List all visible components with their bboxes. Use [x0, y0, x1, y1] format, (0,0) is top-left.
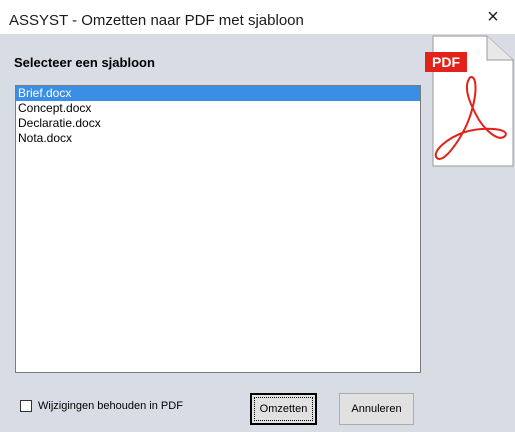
- title-bar: ASSYST - Omzetten naar PDF met sjabloon …: [0, 0, 515, 34]
- list-item-declaratie[interactable]: Declaratie.docx: [16, 116, 420, 131]
- keep-changes-checkbox[interactable]: [20, 400, 32, 412]
- convert-button[interactable]: Omzetten: [250, 393, 317, 425]
- window-title: ASSYST - Omzetten naar PDF met sjabloon: [9, 12, 304, 29]
- list-item-concept[interactable]: Concept.docx: [16, 101, 420, 116]
- panel-heading: Selecteer een sjabloon: [14, 55, 155, 70]
- template-panel: Selecteer een sjabloon Brief.docx Concep…: [9, 39, 427, 381]
- list-item-brief[interactable]: Brief.docx: [16, 86, 420, 101]
- keep-changes-label: Wijzigingen behouden in PDF: [38, 400, 183, 412]
- close-icon: ×: [487, 5, 499, 28]
- template-listbox[interactable]: Brief.docx Concept.docx Declaratie.docx …: [15, 85, 421, 373]
- list-item-nota[interactable]: Nota.docx: [16, 131, 420, 146]
- keep-changes-option[interactable]: Wijzigingen behouden in PDF: [20, 400, 183, 412]
- pdf-badge-text: PDF: [432, 54, 460, 70]
- pdf-document-icon: PDF: [425, 35, 514, 167]
- cancel-button[interactable]: Annuleren: [339, 393, 414, 425]
- close-button[interactable]: ×: [471, 0, 515, 34]
- dialog-client-area: Selecteer een sjabloon Brief.docx Concep…: [0, 34, 515, 432]
